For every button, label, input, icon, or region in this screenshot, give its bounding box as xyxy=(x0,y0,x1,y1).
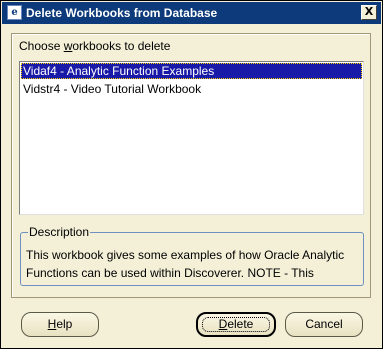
list-item-vidstr4[interactable]: Vidstr4 - Video Tutorial Workbook xyxy=(21,81,362,97)
delete-button[interactable]: Delete xyxy=(196,312,276,337)
description-line-1: This workbook gives some examples of how… xyxy=(26,248,345,262)
workbooks-listbox[interactable]: Vidaf4 - Analytic Function Examples Vids… xyxy=(19,61,364,215)
description-legend: Description xyxy=(28,225,91,239)
list-item-vidaf4[interactable]: Vidaf4 - Analytic Function Examples xyxy=(21,63,362,79)
help-button[interactable]: Help xyxy=(21,312,99,337)
title-bar[interactable]: e Delete Workbooks from Database X xyxy=(2,2,381,24)
app-icon: e xyxy=(7,5,22,20)
choose-workbooks-label: Choose workbooks to delete xyxy=(19,39,171,53)
description-text: This workbook gives some examples of how… xyxy=(26,246,360,282)
cancel-button[interactable]: Cancel xyxy=(285,312,363,337)
window-title: Delete Workbooks from Database xyxy=(26,6,218,20)
focus-ring xyxy=(202,317,270,332)
description-line-2: Functions can be used within Discoverer.… xyxy=(26,266,314,280)
close-button[interactable]: X xyxy=(361,5,377,20)
